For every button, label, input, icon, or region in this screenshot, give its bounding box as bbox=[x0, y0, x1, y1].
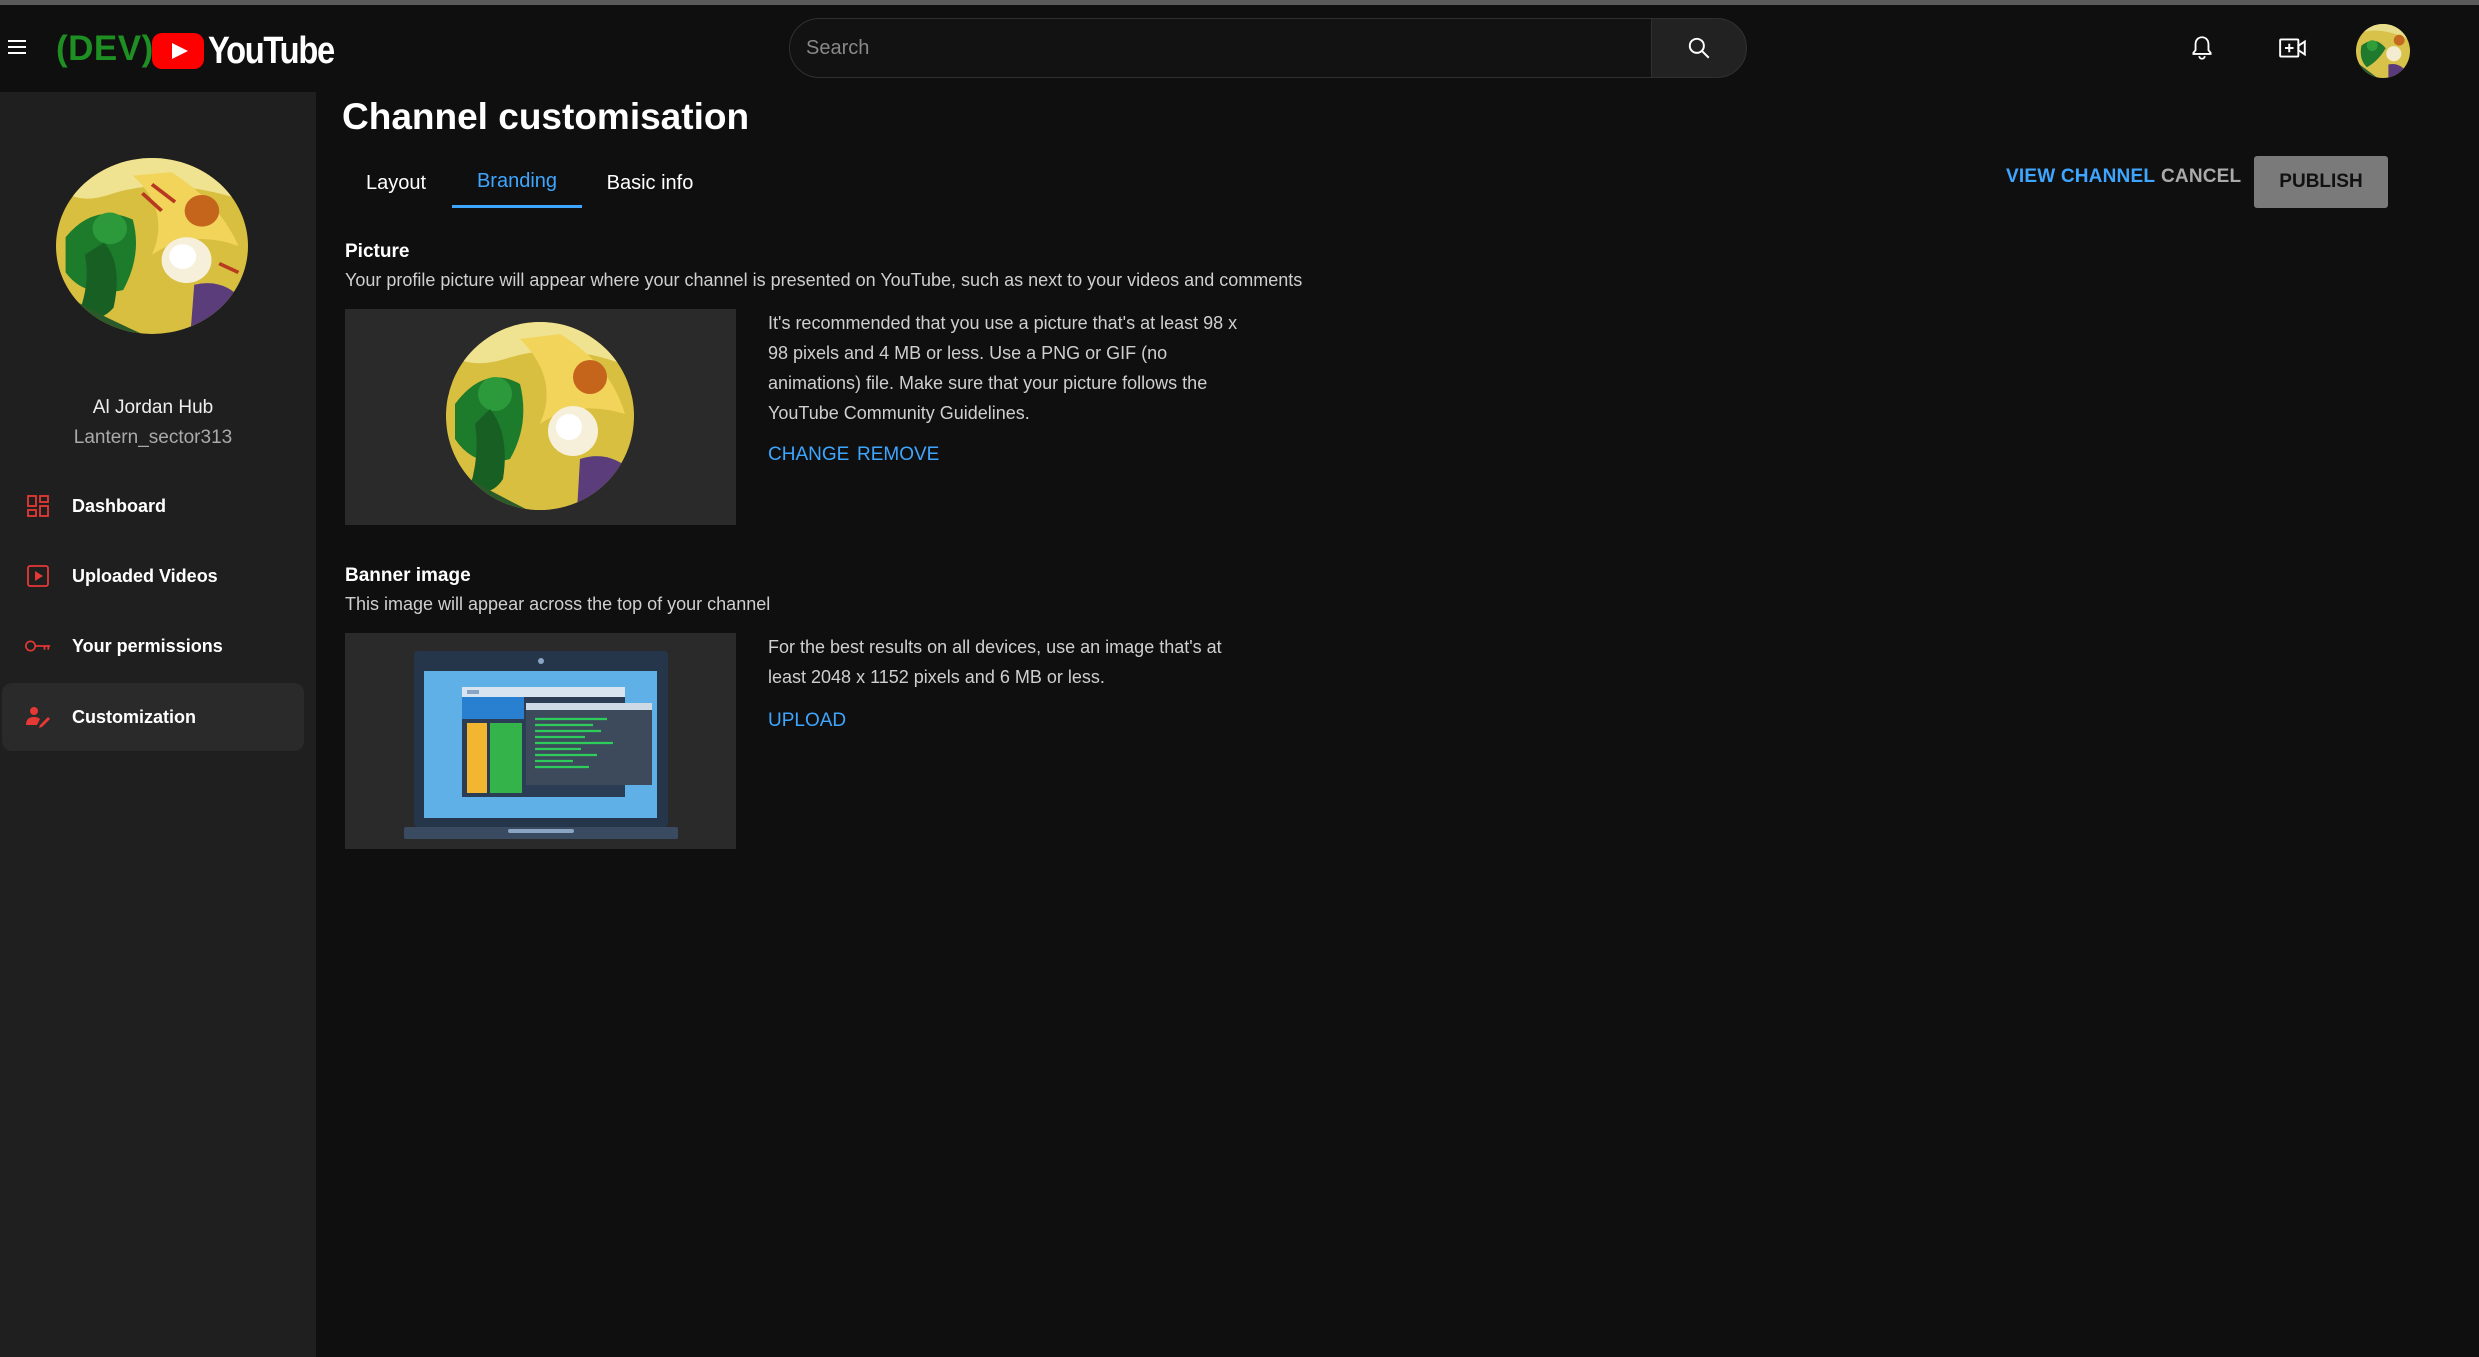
avatar[interactable] bbox=[2356, 24, 2410, 78]
dev-tag: (DEV) bbox=[56, 29, 154, 68]
sidebar-item-label: Uploaded Videos bbox=[72, 565, 218, 586]
sidebar-item-label: Dashboard bbox=[72, 495, 167, 516]
tab-layout[interactable]: Layout bbox=[344, 158, 448, 208]
picture-section-description: Your profile picture will appear where y… bbox=[345, 270, 1303, 290]
search-bar bbox=[789, 18, 1747, 78]
youtube-logo[interactable]: YouTube bbox=[152, 29, 354, 72]
sidebar-item-dashboard[interactable]: Dashboard bbox=[2, 472, 304, 540]
picture-info-text: It's recommended that you use a picture … bbox=[768, 313, 1238, 423]
dashboard-icon bbox=[24, 492, 52, 520]
sidebar-item-label: Your permissions bbox=[72, 635, 223, 656]
sidebar-item-uploaded-videos[interactable]: Uploaded Videos bbox=[2, 542, 304, 610]
banner-section-title: Banner image bbox=[345, 565, 471, 586]
channel-avatar bbox=[56, 158, 248, 334]
page-title: Channel customisation bbox=[342, 96, 750, 137]
sidebar-item-permissions[interactable]: Your permissions bbox=[2, 612, 304, 680]
cancel-button[interactable]: CANCEL bbox=[2161, 166, 2241, 188]
key-icon bbox=[24, 632, 52, 660]
tab-basic-info[interactable]: Basic info bbox=[586, 158, 714, 208]
profile-picture-preview bbox=[446, 322, 634, 510]
customization-icon bbox=[24, 703, 52, 731]
banner-preview bbox=[345, 633, 736, 849]
search-input[interactable] bbox=[789, 18, 1651, 78]
top-bar: (DEV) YouTube bbox=[0, 5, 2479, 92]
sidebar-item-customization[interactable]: Customization bbox=[2, 683, 304, 751]
search-icon bbox=[1688, 37, 1710, 59]
create-video-icon[interactable] bbox=[2278, 33, 2308, 63]
youtube-play-icon bbox=[152, 33, 204, 69]
menu-icon[interactable] bbox=[6, 35, 30, 59]
banner-info-text: For the best results on all devices, use… bbox=[768, 637, 1222, 687]
video-icon bbox=[24, 562, 52, 590]
publish-button[interactable]: PUBLISH bbox=[2254, 156, 2388, 208]
remove-picture-button[interactable]: REMOVE bbox=[857, 444, 939, 466]
tab-branding[interactable]: Branding bbox=[452, 158, 582, 208]
change-picture-button[interactable]: CHANGE bbox=[768, 444, 849, 466]
picture-section-title: Picture bbox=[345, 241, 410, 262]
bell-icon[interactable] bbox=[2187, 33, 2217, 63]
upload-banner-button[interactable]: UPLOAD bbox=[768, 710, 846, 732]
banner-section-description: This image will appear across the top of… bbox=[345, 594, 771, 614]
laptop-illustration-icon bbox=[404, 651, 678, 839]
channel-name: Al Jordan Hub bbox=[92, 397, 214, 418]
youtube-logo-text: YouTube bbox=[208, 29, 335, 72]
search-button[interactable] bbox=[1651, 18, 1747, 78]
sidebar-item-label: Customization bbox=[72, 706, 196, 727]
channel-handle: Lantern_sector313 bbox=[73, 427, 233, 448]
view-channel-link[interactable]: VIEW CHANNEL bbox=[2006, 166, 2155, 188]
picture-preview bbox=[345, 309, 736, 525]
sidebar: Al Jordan Hub Lantern_sector313 Dashboar… bbox=[0, 92, 316, 1357]
